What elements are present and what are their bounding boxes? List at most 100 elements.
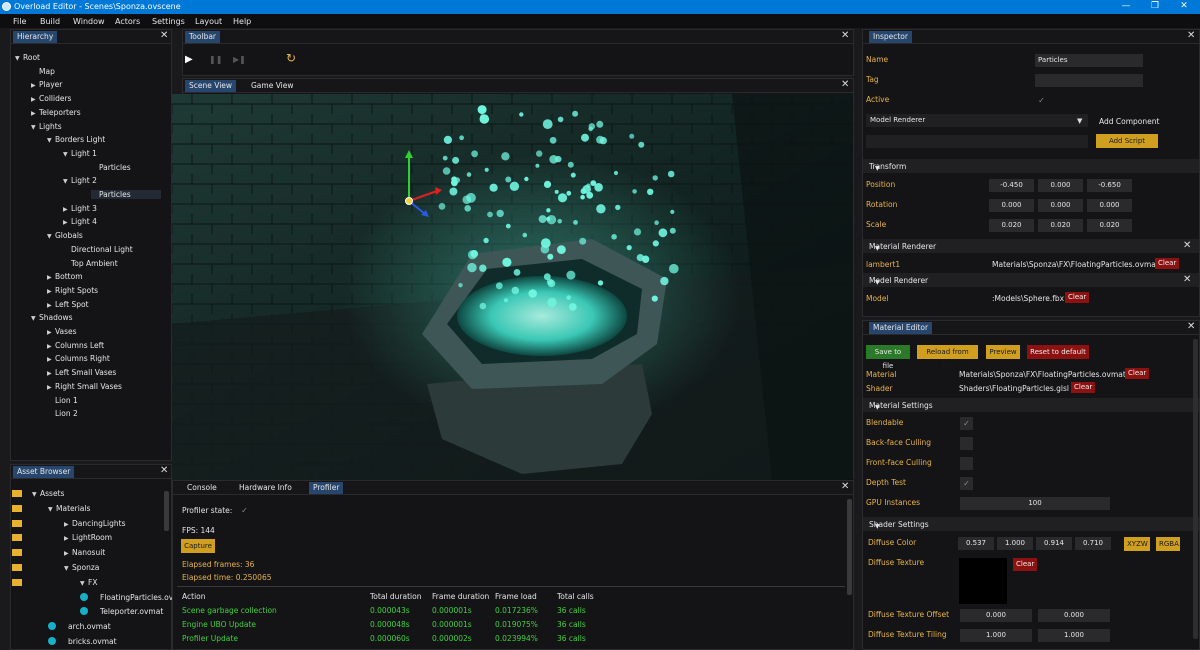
position-z[interactable]: -0.650 — [1087, 179, 1132, 192]
hierarchy-node[interactable]: ▼ Borders Light — [47, 135, 105, 144]
chevron-right-icon[interactable]: ▶ — [47, 288, 55, 295]
chevron-down-icon[interactable]: ▼ — [31, 315, 39, 322]
diffuse-color-b[interactable]: 0.914 — [1036, 537, 1072, 550]
chevron-right-icon[interactable]: ▶ — [63, 206, 71, 213]
tab-hardware-info[interactable]: Hardware Info — [235, 482, 296, 494]
preview-button[interactable]: Preview — [986, 345, 1020, 359]
asset-item[interactable]: ▶ LightRoom — [11, 533, 112, 542]
backface-checkbox[interactable] — [960, 437, 973, 450]
asset-item[interactable]: FloatingParticles.ov — [11, 592, 173, 602]
close-window-button[interactable]: ✕ — [1174, 1, 1194, 11]
texture-offset-x[interactable]: 0.000 — [960, 609, 1032, 622]
chevron-right-icon[interactable]: ▶ — [47, 302, 55, 309]
name-input[interactable]: Particles — [1035, 54, 1143, 67]
position-y[interactable]: 0.000 — [1038, 179, 1083, 192]
toolbar-close-button[interactable]: ✕ — [841, 30, 849, 41]
menu-window[interactable]: Window — [73, 17, 105, 26]
menu-layout[interactable]: Layout — [195, 17, 222, 26]
menu-help[interactable]: Help — [233, 17, 251, 26]
active-checkbox[interactable]: ✓ — [1035, 94, 1048, 107]
shader-clear-button[interactable]: Clear — [1071, 382, 1096, 393]
frontface-checkbox[interactable] — [960, 457, 973, 470]
chevron-down-icon[interactable]: ▼ — [31, 124, 39, 131]
chevron-down-icon[interactable]: ▼ — [47, 137, 55, 144]
hierarchy-node[interactable]: Lion 2 — [47, 409, 78, 418]
hierarchy-node[interactable]: ▶ Columns Right — [47, 354, 110, 363]
tab-game-view[interactable]: Game View — [247, 80, 298, 92]
chevron-right-icon[interactable]: ▶ — [47, 356, 55, 363]
model-clear-button[interactable]: Clear — [1065, 292, 1090, 303]
rotation-y[interactable]: 0.000 — [1038, 199, 1083, 212]
add-component-button[interactable]: Add Component — [1099, 117, 1159, 126]
asset-item[interactable]: ▼ Sponza — [11, 563, 99, 572]
model-renderer-header[interactable]: ▼ Model Renderer — [863, 273, 1199, 287]
reload-from-file-button[interactable]: Reload from file — [917, 345, 978, 370]
chevron-right-icon[interactable]: ▶ — [64, 535, 72, 542]
material-editor-tab[interactable]: Material Editor — [869, 322, 933, 334]
chevron-down-icon[interactable]: ▼ — [63, 178, 71, 185]
hierarchy-node[interactable]: ▶ Light 3 — [63, 204, 97, 213]
maximize-button[interactable]: ❐ — [1145, 1, 1165, 11]
chevron-down-icon[interactable]: ▼ — [80, 580, 88, 587]
depth-test-checkbox[interactable]: ✓ — [960, 477, 973, 490]
texture-tiling-x[interactable]: 1.000 — [960, 629, 1032, 642]
material-editor-scrollbar[interactable] — [1193, 339, 1198, 639]
hierarchy-close-button[interactable]: ✕ — [160, 30, 168, 41]
hierarchy-node[interactable]: Top Ambient — [63, 259, 118, 268]
tab-scene-view[interactable]: Scene View — [185, 80, 237, 92]
profiler-close-button[interactable]: ✕ — [841, 481, 849, 492]
diffuse-color-a[interactable]: 0.710 — [1075, 537, 1111, 550]
component-select[interactable]: Model Renderer — [866, 114, 1088, 127]
chevron-right-icon[interactable]: ▶ — [47, 343, 55, 350]
scene-close-button[interactable]: ✕ — [841, 79, 849, 90]
tab-profiler[interactable]: Profiler — [309, 482, 344, 494]
hierarchy-tab[interactable]: Hierarchy — [13, 31, 58, 43]
material-renderer-header[interactable]: ▼ Material Renderer — [863, 239, 1199, 253]
hierarchy-node[interactable]: ▼ Shadows — [31, 313, 73, 322]
position-x[interactable]: -0.450 — [989, 179, 1034, 192]
inspector-close-button[interactable]: ✕ — [1187, 30, 1195, 41]
chevron-down-icon[interactable]: ▼ — [15, 55, 23, 62]
material-value-clear-button[interactable]: Clear — [1125, 368, 1150, 379]
xyzw-button[interactable]: XYZW — [1124, 537, 1150, 551]
hierarchy-node[interactable]: ▶ Right Small Vases — [47, 382, 122, 391]
hierarchy-node[interactable]: Particles — [91, 190, 161, 199]
hierarchy-node[interactable]: ▼ Root — [15, 53, 40, 62]
scale-z[interactable]: 0.020 — [1087, 219, 1132, 232]
hierarchy-node[interactable]: Particles — [91, 163, 131, 172]
chevron-right-icon[interactable]: ▶ — [47, 384, 55, 391]
asset-item[interactable]: ▶ Nanosuit — [11, 548, 105, 557]
texture-clear-button[interactable]: Clear — [1013, 558, 1038, 571]
rotation-x[interactable]: 0.000 — [989, 199, 1034, 212]
chevron-down-icon[interactable]: ▼ — [32, 491, 40, 498]
diffuse-color-r[interactable]: 0.537 — [958, 537, 994, 550]
hierarchy-node[interactable]: ▼ Light 2 — [63, 176, 97, 185]
chevron-right-icon[interactable]: ▶ — [31, 82, 39, 89]
inspector-tab[interactable]: Inspector — [869, 31, 912, 43]
chevron-right-icon[interactable]: ▶ — [47, 274, 55, 281]
rgba-button[interactable]: RGBA — [1156, 537, 1180, 551]
hierarchy-node[interactable]: ▼ Lights — [31, 122, 62, 131]
chevron-down-icon[interactable]: ▼ — [47, 233, 55, 240]
diffuse-texture-preview[interactable] — [959, 558, 1007, 604]
tab-console[interactable]: Console — [183, 482, 221, 494]
chevron-down-icon[interactable]: ▼ — [64, 565, 72, 572]
shader-settings-header[interactable]: ▼ Shader Settings — [863, 517, 1199, 531]
chevron-right-icon[interactable]: ▶ — [31, 110, 39, 117]
profiler-state-checkbox[interactable]: ✓ — [238, 504, 251, 517]
hierarchy-node[interactable]: ▼ Light 1 — [63, 149, 97, 158]
reset-to-default-button[interactable]: Reset to default — [1027, 345, 1089, 359]
hierarchy-node[interactable]: ▶ Vases — [47, 327, 77, 336]
pause-icon[interactable]: ❚❚ — [209, 55, 222, 64]
profiler-scrollbar[interactable] — [847, 499, 852, 595]
capture-button[interactable]: Capture — [181, 539, 215, 553]
blendable-checkbox[interactable]: ✓ — [960, 417, 973, 430]
tag-input[interactable] — [1035, 74, 1143, 87]
script-input[interactable] — [866, 135, 1088, 148]
asset-item[interactable]: ▼ Materials — [11, 504, 90, 513]
material-editor-close-button[interactable]: ✕ — [1187, 321, 1195, 332]
chevron-right-icon[interactable]: ▶ — [31, 96, 39, 103]
chevron-right-icon[interactable]: ▶ — [47, 370, 55, 377]
scale-x[interactable]: 0.020 — [989, 219, 1034, 232]
menu-build[interactable]: Build — [40, 17, 60, 26]
